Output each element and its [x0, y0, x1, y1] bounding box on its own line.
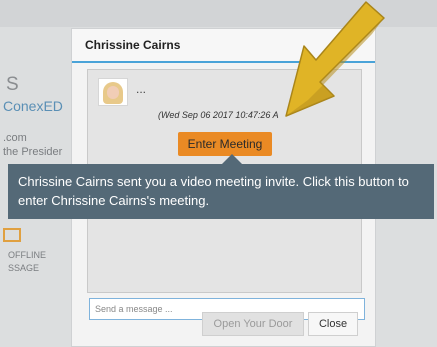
background-fragment-offline: OFFLINE [8, 250, 47, 260]
background-fragment-com: .com [3, 132, 27, 144]
background-fragment-president: the Presider [3, 146, 63, 158]
background-fragment-conex: ConexED [3, 98, 63, 114]
tooltip-caret [222, 154, 242, 164]
open-your-door-button[interactable]: Open Your Door [202, 312, 304, 336]
background-fragment-s: S [6, 74, 19, 95]
tooltip-text: Chrissine Cairns sent you a video meetin… [18, 174, 409, 208]
dialog-title: Chrissine Cairns [85, 38, 181, 52]
tooltip: Chrissine Cairns sent you a video meetin… [8, 164, 434, 219]
envelope-icon [3, 228, 21, 242]
message-timestamp: (Wed Sep 06 2017 10:47:26 A [158, 110, 279, 120]
avatar-face-shape [107, 86, 119, 99]
background-fragment-message: SSAGE [8, 263, 40, 273]
enter-meeting-button[interactable]: Enter Meeting [178, 132, 272, 156]
message-ellipsis: ... [136, 82, 147, 96]
close-button[interactable]: Close [308, 312, 358, 336]
dialog-header: Chrissine Cairns [72, 29, 375, 63]
avatar [98, 78, 128, 106]
